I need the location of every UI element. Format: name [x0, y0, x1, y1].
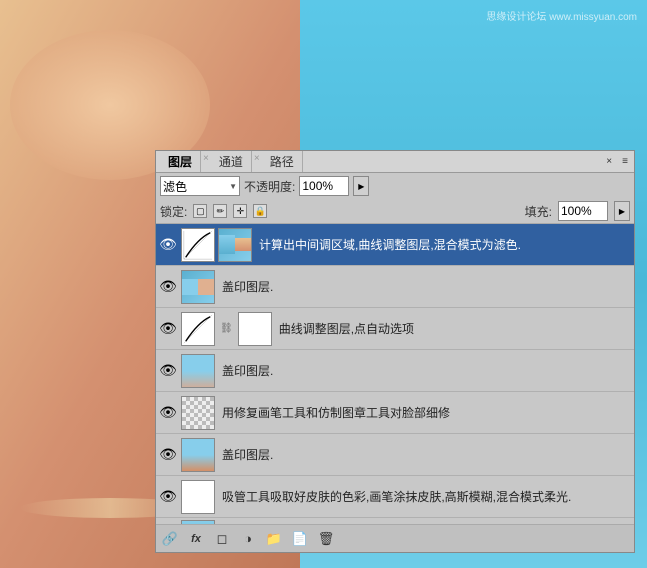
delete-layer-button[interactable]: 🗑	[316, 529, 336, 549]
layers-panel: 图层 × 通道 × 路径 × ≡ 滤色 ▼ 不透明度: 100% ▶ 锁定: ▢…	[155, 150, 635, 553]
panel-toolbar: 🔗 fx ◻ ◑ 📁 📄 🗑	[156, 524, 634, 552]
adjustment-layer-button[interactable]: ◑	[238, 529, 258, 549]
opacity-value: 100%	[302, 179, 333, 193]
layer-item[interactable]: 👁 ⛓ 曲线调整图层,点自动选项	[156, 308, 634, 350]
fill-value: 100%	[561, 204, 592, 218]
layer-thumbnail-left	[181, 228, 215, 262]
layer-visibility-icon[interactable]: 👁	[158, 445, 178, 465]
layer-visibility-icon[interactable]: 👁	[158, 523, 178, 525]
layer-visibility-icon[interactable]: 👁	[158, 361, 178, 381]
layer-thumbnail-right	[238, 312, 272, 346]
fill-arrow-button[interactable]: ▶	[614, 201, 630, 221]
layer-item[interactable]: 👁 液化液绿痘自空跑	[156, 518, 634, 524]
lock-label: 锁定:	[160, 203, 187, 220]
tab-divider-2: ×	[252, 151, 262, 172]
blend-mode-select[interactable]: 滤色 ▼	[160, 176, 240, 196]
lock-move-icon[interactable]: ✛	[233, 204, 247, 218]
layer-thumbnail	[181, 520, 215, 525]
layer-name: 盖印图层.	[218, 446, 632, 463]
layer-visibility-icon[interactable]: 👁	[158, 487, 178, 507]
lock-transparency-icon[interactable]: ▢	[193, 204, 207, 218]
layer-visibility-icon[interactable]: 👁	[158, 277, 178, 297]
layer-visibility-icon[interactable]: 👁	[158, 403, 178, 423]
layer-thumbnail	[181, 396, 215, 430]
layer-item[interactable]: 👁 吸管工具吸取好皮肤的色彩,画笔涂抹皮肤,高斯模糊,混合模式柔光.	[156, 476, 634, 518]
lock-paint-icon[interactable]: ✏	[213, 204, 227, 218]
layer-item[interactable]: 👁 用修复画笔工具和仿制图章工具对脸部细修	[156, 392, 634, 434]
lock-all-icon[interactable]: 🔒	[253, 204, 267, 218]
tab-divider-1: ×	[201, 151, 211, 172]
tab-layers[interactable]: 图层	[160, 151, 201, 172]
layer-thumbnail	[181, 270, 215, 304]
blend-mode-arrow: ▼	[229, 182, 237, 191]
layer-item[interactable]: 👁 盖印图层.	[156, 434, 634, 476]
layer-name: 计算出中间调区域,曲线调整图层,混合模式为滤色.	[255, 236, 632, 253]
layers-list: 👁 计算出中间调区域,曲线调整图层,混合模式为滤色. 👁	[156, 224, 634, 524]
tab-channels[interactable]: 通道	[211, 151, 252, 172]
layer-item[interactable]: 👁 盖印图层.	[156, 266, 634, 308]
layer-thumbnail-left	[181, 312, 215, 346]
fill-input[interactable]: 100%	[558, 201, 608, 221]
blend-row: 滤色 ▼ 不透明度: 100% ▶	[156, 173, 634, 199]
layer-visibility-icon[interactable]: 👁	[158, 235, 178, 255]
layer-name: 盖印图层.	[218, 278, 632, 295]
panel-menu-button[interactable]: ≡	[620, 154, 630, 169]
new-group-button[interactable]: 📁	[264, 529, 284, 549]
layer-name: 用修复画笔工具和仿制图章工具对脸部细修	[218, 404, 632, 421]
blend-mode-value: 滤色	[163, 178, 187, 195]
layer-name: 盖印图层.	[218, 362, 632, 379]
panel-tabs: 图层 × 通道 × 路径	[160, 151, 303, 172]
lock-row: 锁定: ▢ ✏ ✛ 🔒 填充: 100% ▶	[156, 199, 634, 224]
opacity-input[interactable]: 100%	[299, 176, 349, 196]
layer-item[interactable]: 👁 计算出中间调区域,曲线调整图层,混合模式为滤色.	[156, 224, 634, 266]
layer-link-icon: ⛓	[220, 323, 233, 334]
layer-thumbnail	[181, 354, 215, 388]
watermark: 思缘设计论坛 www.missyuan.com	[486, 8, 637, 23]
layer-thumbnail	[181, 480, 215, 514]
new-layer-button[interactable]: 📄	[290, 529, 310, 549]
opacity-label: 不透明度:	[244, 178, 295, 195]
panel-controls: × ≡	[602, 154, 630, 169]
layer-name: 曲线调整图层,点自动选项	[275, 320, 632, 337]
layer-item[interactable]: 👁 盖印图层.	[156, 350, 634, 392]
fill-label: 填充:	[525, 203, 552, 220]
layer-name: 吸管工具吸取好皮肤的色彩,画笔涂抹皮肤,高斯模糊,混合模式柔光.	[218, 488, 632, 505]
layer-thumbnail	[181, 438, 215, 472]
add-mask-button[interactable]: ◻	[212, 529, 232, 549]
close-button[interactable]: ×	[602, 155, 616, 169]
tab-paths[interactable]: 路径	[262, 151, 303, 172]
layer-thumbnail-right	[218, 228, 252, 262]
link-layers-button[interactable]: 🔗	[160, 529, 180, 549]
layer-visibility-icon[interactable]: 👁	[158, 319, 178, 339]
panel-header: 图层 × 通道 × 路径 × ≡	[156, 151, 634, 173]
layer-style-button[interactable]: fx	[186, 529, 206, 549]
opacity-arrow-button[interactable]: ▶	[353, 176, 369, 196]
